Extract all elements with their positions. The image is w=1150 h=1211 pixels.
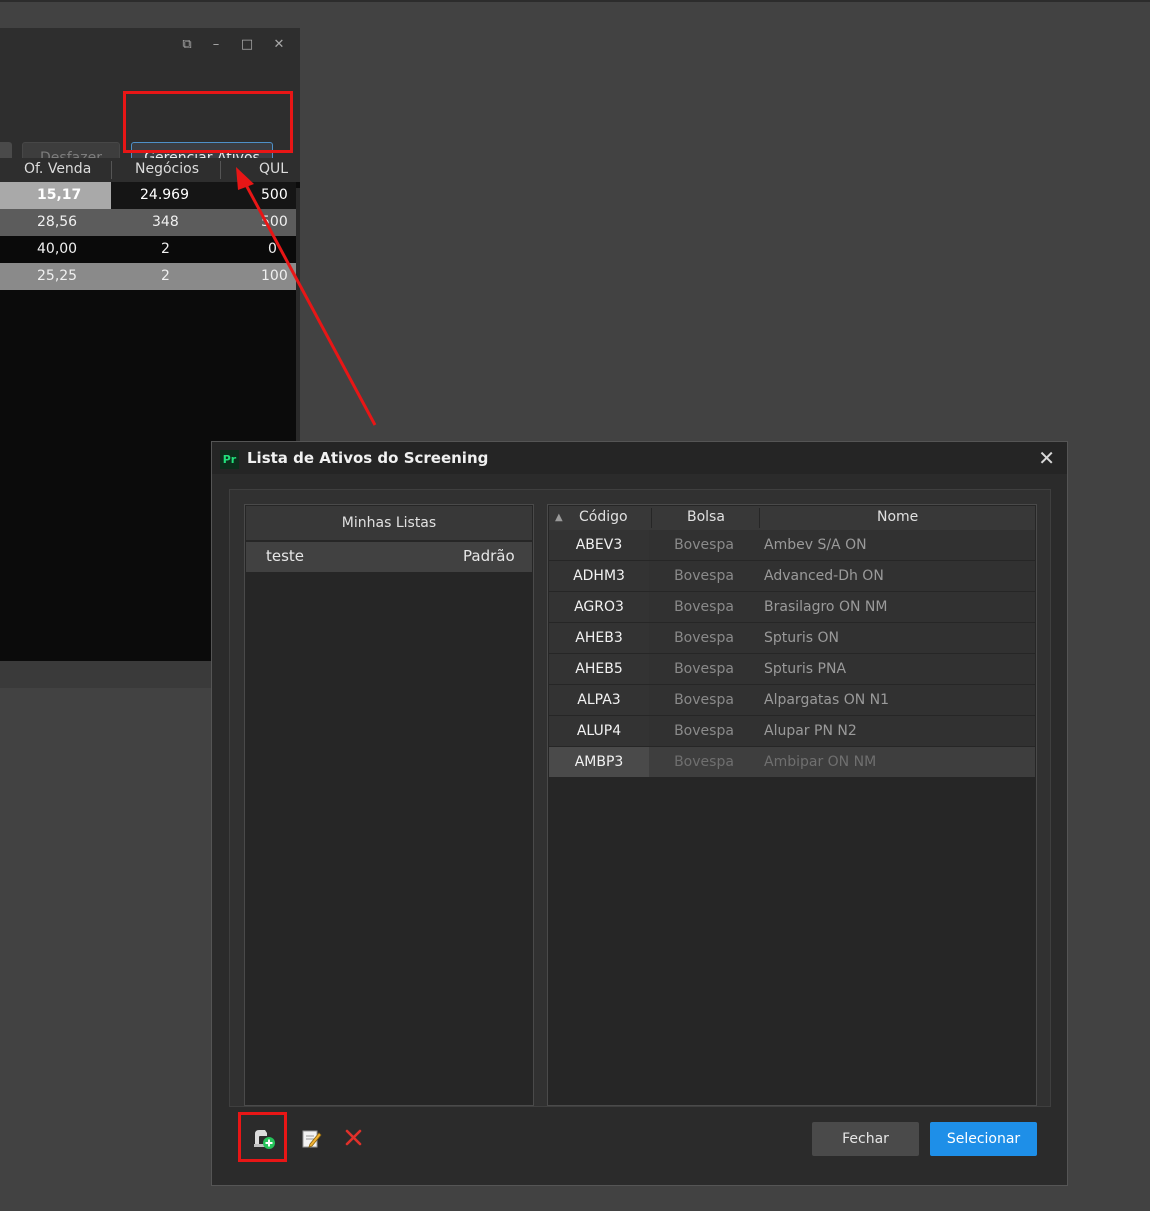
annotation-arrow — [236, 167, 377, 426]
